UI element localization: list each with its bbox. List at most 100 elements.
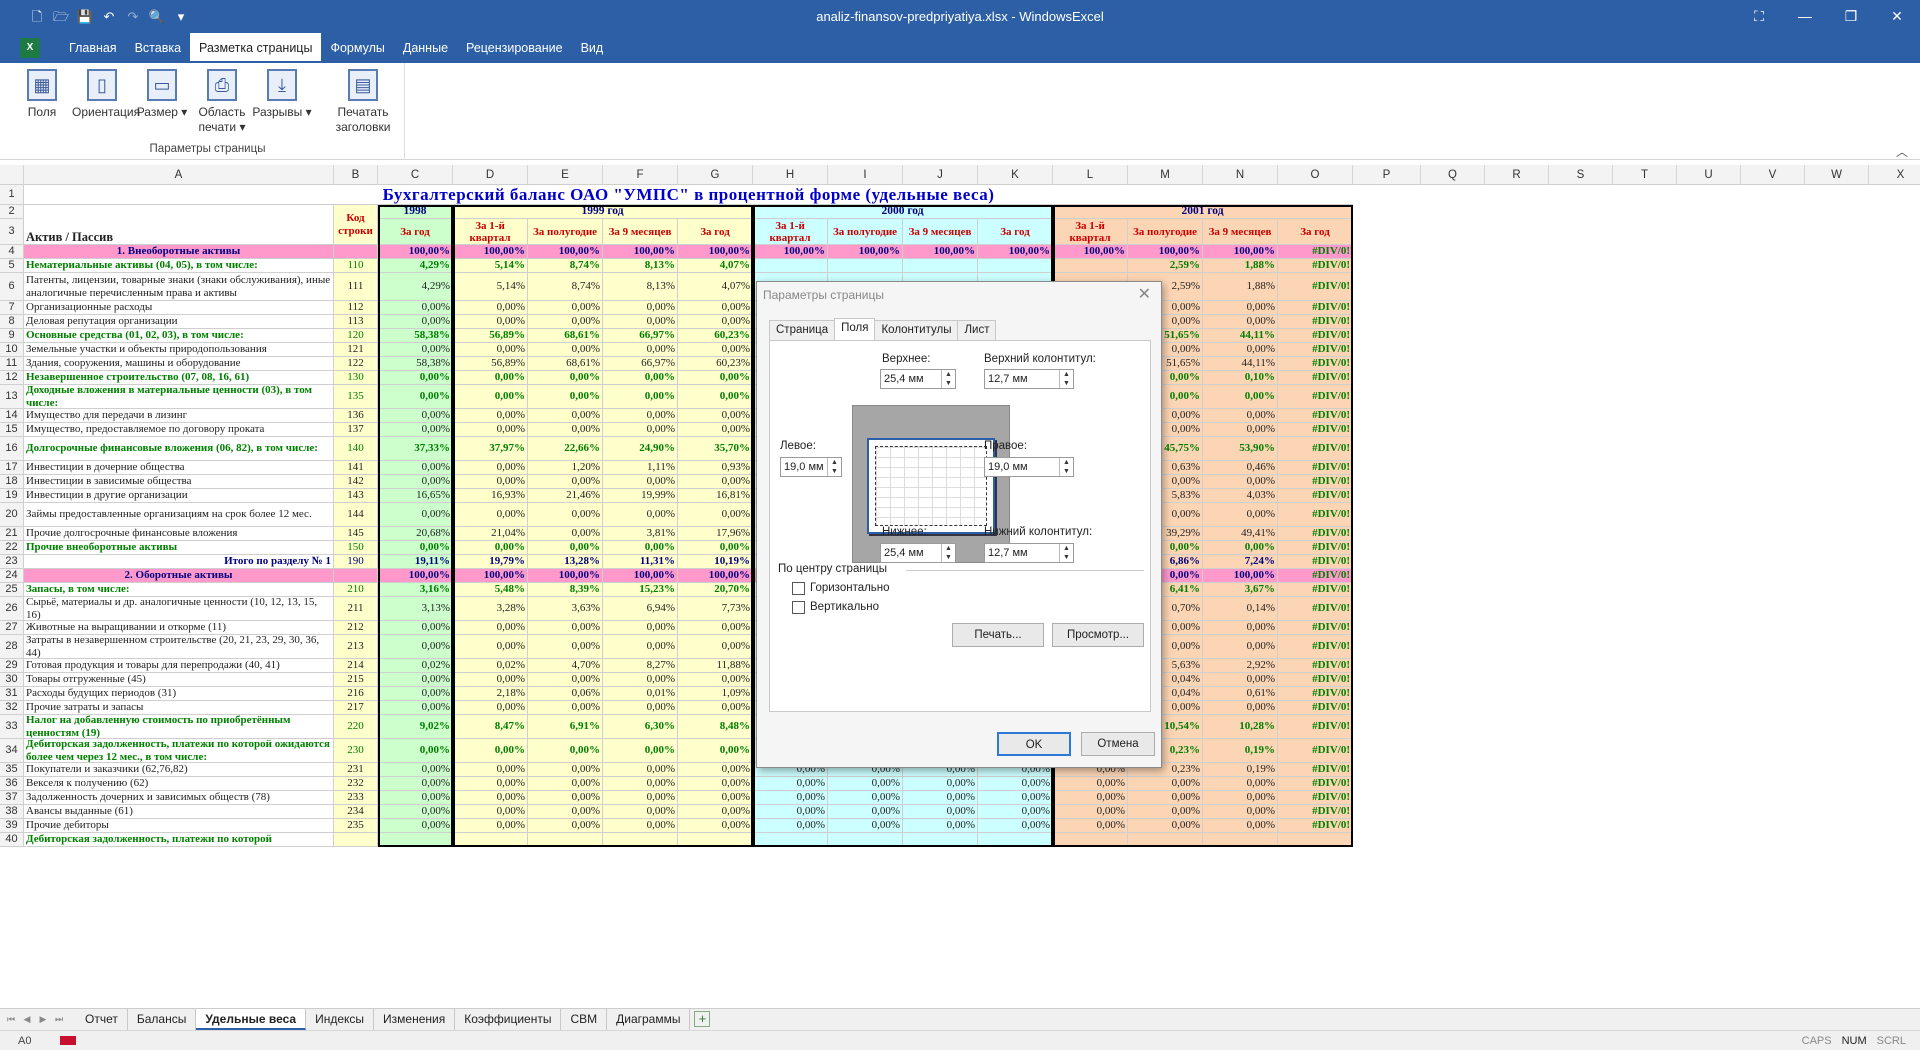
- column-header[interactable]: N: [1203, 165, 1278, 185]
- value-cell[interactable]: 1,09%: [678, 687, 753, 701]
- code-column-header[interactable]: Код строки: [334, 205, 378, 245]
- value-cell[interactable]: 0,00%: [453, 409, 528, 423]
- value-cell[interactable]: 0,00%: [378, 503, 453, 527]
- row-label[interactable]: 1. Внеоборотные активы: [24, 245, 334, 259]
- row-code[interactable]: 112: [334, 301, 378, 315]
- row-label[interactable]: Инвестиции в дочерние общества: [24, 461, 334, 475]
- value-cell[interactable]: 0,00%: [753, 819, 828, 833]
- value-cell[interactable]: 100,00%: [1203, 245, 1278, 259]
- value-cell[interactable]: 100,00%: [528, 569, 603, 583]
- tab-margins[interactable]: Поля: [834, 318, 876, 340]
- value-cell[interactable]: 0,00%: [1203, 409, 1278, 423]
- value-cell[interactable]: 0,00%: [378, 763, 453, 777]
- row-label[interactable]: Затраты в незавершенном строительстве (2…: [24, 635, 334, 659]
- value-cell[interactable]: 8,13%: [603, 259, 678, 273]
- value-cell[interactable]: 0,00%: [753, 805, 828, 819]
- vertical-checkbox[interactable]: [792, 601, 805, 614]
- value-cell[interactable]: #DIV/0!: [1278, 569, 1353, 583]
- row-label[interactable]: Итого по разделу № 1: [24, 555, 334, 569]
- value-cell[interactable]: 0,00%: [678, 301, 753, 315]
- value-cell[interactable]: 0,00%: [378, 301, 453, 315]
- value-cell[interactable]: 8,74%: [528, 259, 603, 273]
- value-cell[interactable]: #DIV/0!: [1278, 343, 1353, 357]
- value-cell[interactable]: 0,00%: [678, 409, 753, 423]
- value-cell[interactable]: 6,30%: [603, 715, 678, 739]
- row-label[interactable]: Дебиторская задолженность, платежи по ко…: [24, 739, 334, 763]
- value-cell[interactable]: 5,14%: [453, 259, 528, 273]
- row-number[interactable]: 27: [0, 621, 24, 635]
- value-cell[interactable]: 0,00%: [378, 805, 453, 819]
- row-code[interactable]: 216: [334, 687, 378, 701]
- value-cell[interactable]: 0,00%: [678, 371, 753, 385]
- value-cell[interactable]: #DIV/0!: [1278, 555, 1353, 569]
- value-cell[interactable]: 3,13%: [378, 597, 453, 621]
- row-label[interactable]: Покупатели и заказчики (62,76,82): [24, 763, 334, 777]
- row-label[interactable]: Налог на добавленную стоимость по приобр…: [24, 715, 334, 739]
- row-number[interactable]: 19: [0, 489, 24, 503]
- print-button[interactable]: Печать...: [952, 623, 1044, 647]
- ok-button[interactable]: OK: [997, 732, 1071, 756]
- value-cell[interactable]: 3,81%: [603, 527, 678, 541]
- tab-page[interactable]: Страница: [769, 320, 836, 340]
- row-label[interactable]: Дебиторская задолженность, платежи по ко…: [24, 833, 334, 847]
- value-cell[interactable]: #DIV/0!: [1278, 791, 1353, 805]
- row-number[interactable]: 14: [0, 409, 24, 423]
- header-blank[interactable]: [24, 205, 334, 219]
- sheet-tab[interactable]: Диаграммы: [607, 1009, 691, 1030]
- value-cell[interactable]: #DIV/0!: [1278, 583, 1353, 597]
- value-cell[interactable]: [978, 833, 1053, 847]
- value-cell[interactable]: 0,00%: [603, 819, 678, 833]
- row-label[interactable]: Основные средства (01, 02, 03), в том чи…: [24, 329, 334, 343]
- value-cell[interactable]: 0,00%: [453, 791, 528, 805]
- add-sheet-icon[interactable]: +: [694, 1011, 711, 1027]
- value-cell[interactable]: #DIV/0!: [1278, 527, 1353, 541]
- value-cell[interactable]: 0,00%: [378, 475, 453, 489]
- column-header[interactable]: T: [1613, 165, 1677, 185]
- row-label[interactable]: 2. Оборотные активы: [24, 569, 334, 583]
- value-cell[interactable]: 0,00%: [378, 739, 453, 763]
- value-cell[interactable]: #DIV/0!: [1278, 259, 1353, 273]
- row-code[interactable]: 211: [334, 597, 378, 621]
- value-cell[interactable]: 0,00%: [603, 701, 678, 715]
- value-cell[interactable]: 0,00%: [528, 503, 603, 527]
- value-cell[interactable]: 0,00%: [678, 635, 753, 659]
- row-number[interactable]: 20: [0, 503, 24, 527]
- value-cell[interactable]: 0,00%: [1053, 791, 1128, 805]
- menu-tab[interactable]: Формулы: [321, 33, 393, 63]
- menu-tab[interactable]: Вставка: [126, 33, 190, 63]
- value-cell[interactable]: 4,07%: [678, 259, 753, 273]
- value-cell[interactable]: 0,00%: [603, 343, 678, 357]
- menu-tab[interactable]: Разметка страницы: [190, 33, 322, 63]
- value-cell[interactable]: 0,00%: [528, 791, 603, 805]
- prev-sheet-icon[interactable]: ◀: [20, 1012, 34, 1027]
- value-cell[interactable]: 0,00%: [1203, 301, 1278, 315]
- row-code[interactable]: 213: [334, 635, 378, 659]
- value-cell[interactable]: 0,00%: [1128, 819, 1203, 833]
- value-cell[interactable]: 0,00%: [978, 777, 1053, 791]
- value-cell[interactable]: 0,00%: [528, 541, 603, 555]
- value-cell[interactable]: 68,61%: [528, 329, 603, 343]
- value-cell[interactable]: 0,00%: [378, 819, 453, 833]
- value-cell[interactable]: 0,01%: [603, 687, 678, 701]
- column-header[interactable]: R: [1485, 165, 1549, 185]
- period-header[interactable]: За полугодие: [1128, 219, 1203, 245]
- row-number[interactable]: 10: [0, 343, 24, 357]
- value-cell[interactable]: 0,00%: [528, 673, 603, 687]
- value-cell[interactable]: #DIV/0!: [1278, 385, 1353, 409]
- row-label[interactable]: Инвестиции в зависимые общества: [24, 475, 334, 489]
- value-cell[interactable]: 0,02%: [453, 659, 528, 673]
- row-number[interactable]: 12: [0, 371, 24, 385]
- value-cell[interactable]: 8,27%: [603, 659, 678, 673]
- value-cell[interactable]: 1,11%: [603, 461, 678, 475]
- value-cell[interactable]: 66,97%: [603, 329, 678, 343]
- value-cell[interactable]: #DIV/0!: [1278, 329, 1353, 343]
- value-cell[interactable]: 0,19%: [1203, 763, 1278, 777]
- value-cell[interactable]: 0,00%: [1203, 343, 1278, 357]
- row-code[interactable]: 145: [334, 527, 378, 541]
- value-cell[interactable]: 5,48%: [453, 583, 528, 597]
- value-cell[interactable]: 0,00%: [453, 343, 528, 357]
- row-label[interactable]: Деловая репутация организации: [24, 315, 334, 329]
- column-header[interactable]: O: [1278, 165, 1353, 185]
- right-margin-input[interactable]: 19,0 мм ▲ ▼: [984, 457, 1074, 477]
- value-cell[interactable]: [1203, 833, 1278, 847]
